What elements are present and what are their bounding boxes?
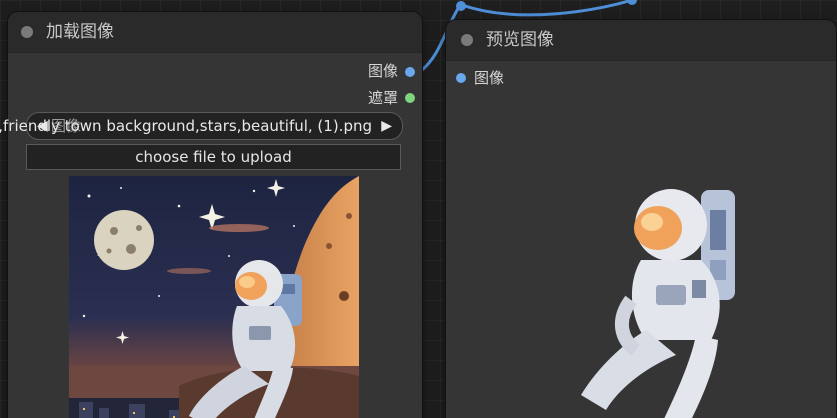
node-header[interactable]: 加载图像 — [8, 12, 422, 53]
link-top — [461, 0, 633, 17]
astronaut-cutout-image — [581, 189, 735, 418]
load-image-node[interactable]: 加载图像 图像 遮罩 ◀ 图像 on,friendly town backgro… — [0, 12, 422, 418]
output-image-slot[interactable] — [405, 67, 415, 77]
preview-image-node[interactable]: 预览图像 图像 — [446, 20, 836, 418]
link-reroute-point — [456, 1, 466, 11]
astronaut-on-planet-image — [69, 176, 359, 418]
upload-button[interactable]: choose file to upload — [26, 144, 401, 170]
output-image-label: 图像 — [367, 62, 398, 80]
node-header[interactable]: 预览图像 — [446, 20, 836, 61]
combo-value: on,friendly town background,stars,beauti… — [0, 117, 372, 135]
combo-right-arrow-icon[interactable]: ▶ — [381, 117, 392, 135]
preview-image-output — [566, 180, 766, 418]
link-reroute-point-2 — [627, 0, 637, 5]
node-collapse-dot[interactable] — [21, 26, 33, 38]
output-mask-label: 遮罩 — [367, 89, 398, 107]
node-graph-canvas[interactable]: 加载图像 图像 遮罩 ◀ 图像 on,friendly town backgro… — [0, 0, 837, 418]
node-title: 加载图像 — [46, 22, 114, 42]
node-title: 预览图像 — [486, 30, 554, 50]
output-mask-slot[interactable] — [405, 93, 415, 103]
input-image-label: 图像 — [474, 69, 505, 87]
loaded-image-preview — [69, 176, 359, 418]
node-collapse-dot[interactable] — [461, 34, 473, 46]
input-image-slot[interactable] — [456, 73, 466, 83]
image-combo-widget[interactable]: ◀ 图像 on,friendly town background,stars,b… — [0, 112, 403, 140]
